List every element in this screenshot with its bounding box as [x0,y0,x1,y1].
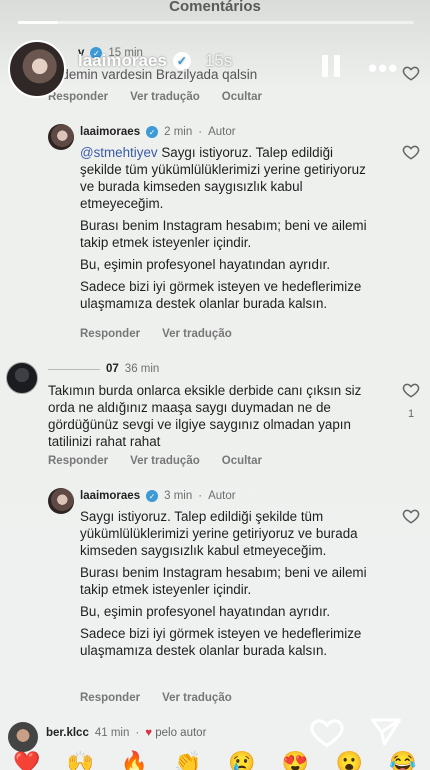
reaction-fire[interactable]: 🔥 [121,750,148,770]
comment-2-meta: laaimoraes ✓ 2 min · Autor [80,126,236,138]
heart-icon[interactable] [402,143,420,161]
verified-icon: ✓ [172,52,191,70]
reaction-clap[interactable]: 👏 [174,750,201,770]
comment-2-paragraph: @stmehtiyev Saygı istiyoruz. Talep edild… [80,145,366,211]
pause-icon[interactable] [322,55,342,77]
share-heart-icon[interactable] [308,714,346,750]
comment-2-username[interactable]: laaimoraes [80,126,140,138]
comment-2-paragraph: Burası benim Instagram hesabım; beni ve … [80,218,367,250]
sheet-title: Comentários [169,0,261,15]
avatar[interactable] [8,722,38,752]
translate-button[interactable]: Ver tradução [162,328,232,340]
reaction-heart[interactable]: ❤️ [13,750,40,770]
hide-button[interactable]: Ocultar [222,91,262,103]
comment-4-time: 3 min [164,490,193,502]
mention-link[interactable]: @stmehtiyev [80,145,158,160]
avatar[interactable] [48,124,74,150]
heart-icon[interactable] [402,64,420,82]
reply-button[interactable]: Responder [80,692,140,704]
verified-icon: ✓ [146,490,159,502]
reaction-sad[interactable]: 😢 [228,750,255,770]
story-progress-bar [18,21,414,24]
comment-4-paragraph: Sadece bizi iyi görmek isteyen ve hedefl… [80,626,362,658]
reaction-raised-hands[interactable]: 🙌 [67,750,94,770]
author-tag: Autor [208,126,236,138]
comment-5-username[interactable]: ber.klcc [46,727,89,739]
comment-3-meta: 07 36 min [48,363,159,375]
story-username[interactable]: laaimoraes [78,51,167,71]
hide-button[interactable]: Ocultar [222,455,262,467]
translate-button[interactable]: Ver tradução [130,455,200,467]
like-count: 1 [408,408,415,420]
reply-button[interactable]: Responder [48,91,108,103]
comment-2-actions: Responder Ver tradução [80,328,232,340]
story-time: 15s [204,51,233,70]
reaction-surprised[interactable]: 😮 [336,750,363,770]
more-icon[interactable]: ••• [368,53,398,84]
translate-button[interactable]: Ver tradução [162,692,232,704]
story-header: laaimoraes ✓ 15s [78,51,232,71]
comment-2-paragraph: Bu, eşimin profesyonel hayatından ayrıdı… [80,257,331,272]
heart-icon[interactable] [402,381,420,399]
heart-icon[interactable] [402,507,420,525]
comment-4-text: Saygı istiyoruz. Talep edildiği şekilde … [80,508,370,664]
story-progress-fill [18,21,58,24]
comment-4-paragraph: Bu, eşimin profesyonel hayatından ayrıdı… [80,604,331,619]
comment-4-paragraph: Burası benim Instagram hesabım; beni ve … [80,565,367,597]
reaction-heart-eyes[interactable]: 😍 [282,750,309,770]
comment-4-paragraph: Saygı istiyoruz. Talep edildiği şekilde … [80,509,358,558]
comment-3-username[interactable]: 07 [106,363,119,375]
translate-button[interactable]: Ver tradução [130,91,200,103]
reply-button[interactable]: Responder [80,328,140,340]
author-tag: Autor [208,490,236,502]
avatar[interactable] [6,362,38,394]
send-icon[interactable] [368,714,404,750]
story-author-avatar[interactable] [8,40,66,98]
story-comments-screen: Comentários v ✓ 15 min Erdemin vardesin … [0,0,430,770]
comment-2-time: 2 min [164,126,193,138]
reply-button[interactable]: Responder [48,455,108,467]
comment-3-time: 36 min [124,363,160,375]
comment-1-actions: Responder Ver tradução Ocultar [48,91,262,103]
comment-3-actions: Responder Ver tradução Ocultar [48,455,262,467]
comment-3-text: Takımın burda onlarca eksikle derbide ca… [48,383,362,449]
comment-4-username[interactable]: laaimoraes [80,490,140,502]
comment-2-paragraph: Sadece bizi iyi görmek isteyen ve hedefl… [80,279,362,311]
comment-4-actions: Responder Ver tradução [80,692,232,704]
verified-icon: ✓ [146,126,159,138]
comment-5-meta: ber.klcc 41 min · ♥ pelo autor [46,727,207,739]
reaction-bar: ❤️ 🙌 🔥 👏 😢 😍 😮 😂 [0,750,430,770]
liked-by-author: ♥ pelo autor [145,727,207,739]
comment-4-meta: laaimoraes ✓ 3 min · Autor [80,490,236,502]
reaction-laugh[interactable]: 😂 [389,750,416,770]
comment-2-text: @stmehtiyev Saygı istiyoruz. Talep edild… [80,144,370,317]
avatar[interactable] [48,488,74,514]
comment-5-time: 41 min [94,727,130,739]
